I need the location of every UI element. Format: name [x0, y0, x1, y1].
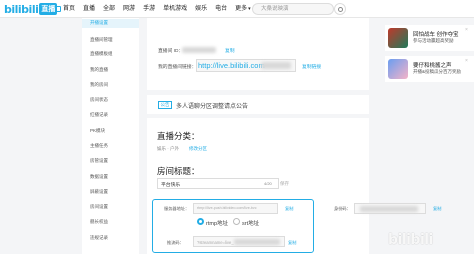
nav-item-all[interactable]: 全部	[99, 4, 119, 14]
sidebar-item-captain[interactable]: 舰长权益	[90, 219, 108, 225]
sidebar-item-admins[interactable]: 房管设置	[90, 158, 108, 164]
srt-radio-label: srt地址	[242, 221, 260, 227]
room-link-label: 我的直播间链接：	[158, 65, 197, 70]
close-icon[interactable]: ×	[465, 58, 468, 64]
category-current: 娱乐 · 户外	[157, 146, 179, 151]
room-id-label: 直播间 ID：	[158, 49, 184, 54]
chevron-down-icon: ▾	[248, 6, 251, 12]
promo-image-2	[388, 59, 408, 79]
sidebar-item-tasks[interactable]: 主播任务	[90, 143, 108, 149]
copy-room-id-link[interactable]: 复制	[225, 47, 235, 54]
sidebar-item-block[interactable]: 屏蔽设置	[90, 189, 108, 195]
bilibili-live-logo[interactable]: bilibili 直播	[4, 2, 58, 16]
server-address-value: rtmp://live-push.bilivideo.com/live-bvc	[197, 206, 257, 210]
rtmp-radio-label: rtmp地址	[206, 221, 229, 227]
logo-text: bilibili	[4, 2, 39, 16]
promo-subtitle-2: 开播&投稿瓜分百万奖励	[413, 69, 462, 74]
copy-server-address-button[interactable]: 复制	[285, 206, 293, 212]
promo-image-1	[388, 28, 408, 48]
sidebar-item-data[interactable]: 数据设置	[90, 174, 108, 180]
save-title-button[interactable]: 保存	[280, 181, 289, 187]
promo-title-1: 回怕战车 创作夺宝	[413, 32, 459, 38]
nav-item-single-games[interactable]: 单机游戏	[159, 4, 191, 14]
sidebar-item-room-manage[interactable]: 直播间管理	[90, 37, 113, 43]
category-title: 直播分类：	[157, 131, 200, 141]
stream-key-blurred	[234, 239, 280, 245]
copy-room-link-button[interactable]: 复制链接	[302, 63, 321, 70]
top-nav-bar: bilibili 直播 首页 直播 全部 网游 手游 单机游戏 娱乐 电台 更多…	[0, 0, 474, 18]
nav-item-mobile-games[interactable]: 手游	[139, 4, 159, 14]
sidebar-item-room-settings[interactable]: 房间设置	[90, 204, 108, 210]
sidebar-item-my-room[interactable]: 我的房间	[90, 82, 108, 88]
notice-text[interactable]: 多人语聊分区调整请点公告	[176, 101, 248, 110]
srt-radio[interactable]	[233, 218, 240, 225]
identity-code-blurred	[360, 206, 418, 212]
close-icon[interactable]: ×	[465, 27, 468, 33]
identity-code-label: 身份码：	[334, 206, 351, 211]
room-link-blurred	[261, 62, 291, 69]
room-id-value-blurred	[182, 47, 216, 53]
notice-tag: 公告	[158, 101, 172, 109]
sidebar-item-room-status[interactable]: 房间状态	[90, 97, 108, 103]
stream-key-label: 推流码：	[167, 240, 184, 245]
sidebar-item-history[interactable]: 红播记录	[90, 112, 108, 118]
change-category-link[interactable]: 修改分区	[189, 146, 207, 152]
home-icon	[55, 6, 61, 12]
room-link-value: http://live.bilibili.com	[198, 61, 265, 70]
promo-card-1[interactable]: 回怕战车 创作夺宝 参与活动赢超高奖励 ×	[385, 25, 474, 51]
sidebar-item-stream-settings[interactable]: 开播设置	[90, 20, 108, 26]
sidebar: 开播设置 直播间管理 直播模板组 我的直播 我的房间 房间状态 红播记录 PK模…	[82, 18, 139, 254]
room-info-card: 直播间 ID： 复制 我的直播间链接： http://live.bilibili…	[147, 18, 369, 90]
copy-stream-key-button[interactable]: 复制	[288, 240, 296, 246]
nav-item-home[interactable]: 首页	[51, 4, 79, 14]
room-title-heading: 房间标题：	[157, 166, 200, 176]
nav-item-live[interactable]: 直播	[79, 4, 99, 14]
room-title-counter: 4/20	[264, 181, 272, 186]
copy-identity-code-button[interactable]: 复制	[433, 206, 441, 212]
nav-item-radio[interactable]: 电台	[211, 4, 231, 14]
room-title-value: 平台快乐	[161, 183, 181, 188]
watermark-logo: bilibili	[388, 232, 433, 248]
main-nav: 首页 直播 全部 网游 手游 单机游戏 娱乐 电台 更多 ▾	[51, 4, 255, 14]
sidebar-item-pk[interactable]: PK模块	[90, 128, 105, 134]
server-address-label: 服务器地址：	[164, 206, 190, 211]
sidebar-item-violations[interactable]: 违规记录	[90, 235, 108, 241]
promo-title-2: 要仔和桃酱之声	[413, 63, 452, 69]
nav-item-online-games[interactable]: 网游	[119, 4, 139, 14]
stream-key-value: ?streamname=live_	[197, 240, 234, 245]
search-button[interactable]	[334, 3, 346, 15]
nav-item-entertainment[interactable]: 娱乐	[191, 4, 211, 14]
promo-subtitle-1: 参与活动赢超高奖励	[413, 38, 454, 43]
search-icon	[337, 6, 343, 12]
sidebar-item-my-live[interactable]: 我的直播	[90, 67, 108, 73]
rtmp-radio[interactable]	[197, 218, 204, 225]
sidebar-item-template[interactable]: 直播模板组	[90, 51, 113, 57]
promo-card-2[interactable]: 要仔和桃酱之声 开播&投稿瓜分百万奖励 ×	[385, 56, 474, 82]
search-input[interactable]: 大桑说映演	[252, 3, 334, 15]
